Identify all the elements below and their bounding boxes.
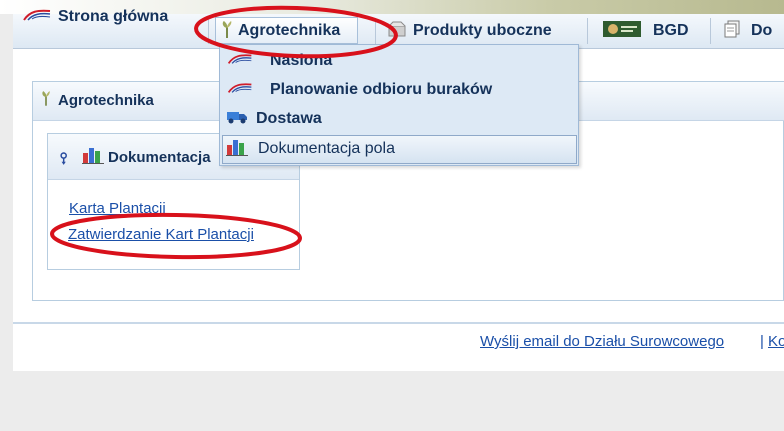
chart-icon <box>226 138 248 161</box>
footer-email-link[interactable]: Wyślij email do Działu Surowcowego <box>480 333 724 350</box>
dropdown-item-label: Nasiona <box>270 52 333 69</box>
chart-icon <box>82 146 104 169</box>
dropdown-item-label: Dostawa <box>256 110 322 127</box>
truck-icon <box>226 109 248 130</box>
nav-separator <box>710 18 711 44</box>
nav-separator <box>375 18 376 44</box>
link-karta-plantacji[interactable]: Karta Plantacji <box>69 200 166 217</box>
dropdown-item-dostawa[interactable]: Dostawa <box>226 106 322 132</box>
plant-icon <box>40 89 52 112</box>
footer-divider <box>13 322 784 324</box>
logo-swoosh-icon <box>226 52 254 71</box>
panel-title: Agrotechnika <box>58 92 154 109</box>
nav-bgd-label: BGD <box>653 22 689 39</box>
nav-documents[interactable]: Do <box>723 14 772 48</box>
nav-separator <box>587 18 588 44</box>
dropdown-item-label: Dokumentacja pola <box>258 140 395 157</box>
dropdown-item-planowanie[interactable]: Planowanie odbioru buraków <box>226 77 492 103</box>
documents-icon <box>723 20 741 43</box>
nav-separator <box>208 18 209 44</box>
nav-documents-label: Do <box>751 22 773 39</box>
link-zatwierdzanie-kart[interactable]: Zatwierdzanie Kart Plantacji <box>68 226 254 243</box>
documentation-box-title: Dokumentacja <box>108 149 211 166</box>
plant-icon <box>220 20 234 43</box>
dropdown-item-dokumentacja-pola[interactable]: Dokumentacja pola <box>226 136 395 162</box>
nav-home[interactable]: Strona główna <box>22 0 168 34</box>
logo-swoosh-icon <box>22 7 52 28</box>
logo-swoosh-icon <box>226 81 254 100</box>
nav-agrotechnika[interactable]: Agrotechnika <box>220 14 340 48</box>
nav-byproducts[interactable]: Produkty uboczne <box>388 14 552 48</box>
footer-next-link[interactable]: Ko <box>768 333 784 350</box>
chevron-down-icon[interactable]: ⯱ <box>60 150 67 172</box>
nav-agrotechnika-label: Agrotechnika <box>238 22 341 39</box>
bgd-logo-icon <box>603 20 641 42</box>
nav-byproducts-label: Produkty uboczne <box>413 22 552 39</box>
dropdown-item-nasiona[interactable]: Nasiona <box>226 48 332 74</box>
box-icon <box>388 21 406 42</box>
footer-separator: | <box>760 333 764 350</box>
dropdown-item-label: Planowanie odbioru buraków <box>270 81 493 98</box>
nav-bgd[interactable]: BGD <box>603 14 689 48</box>
nav-home-label: Strona główna <box>58 8 169 25</box>
